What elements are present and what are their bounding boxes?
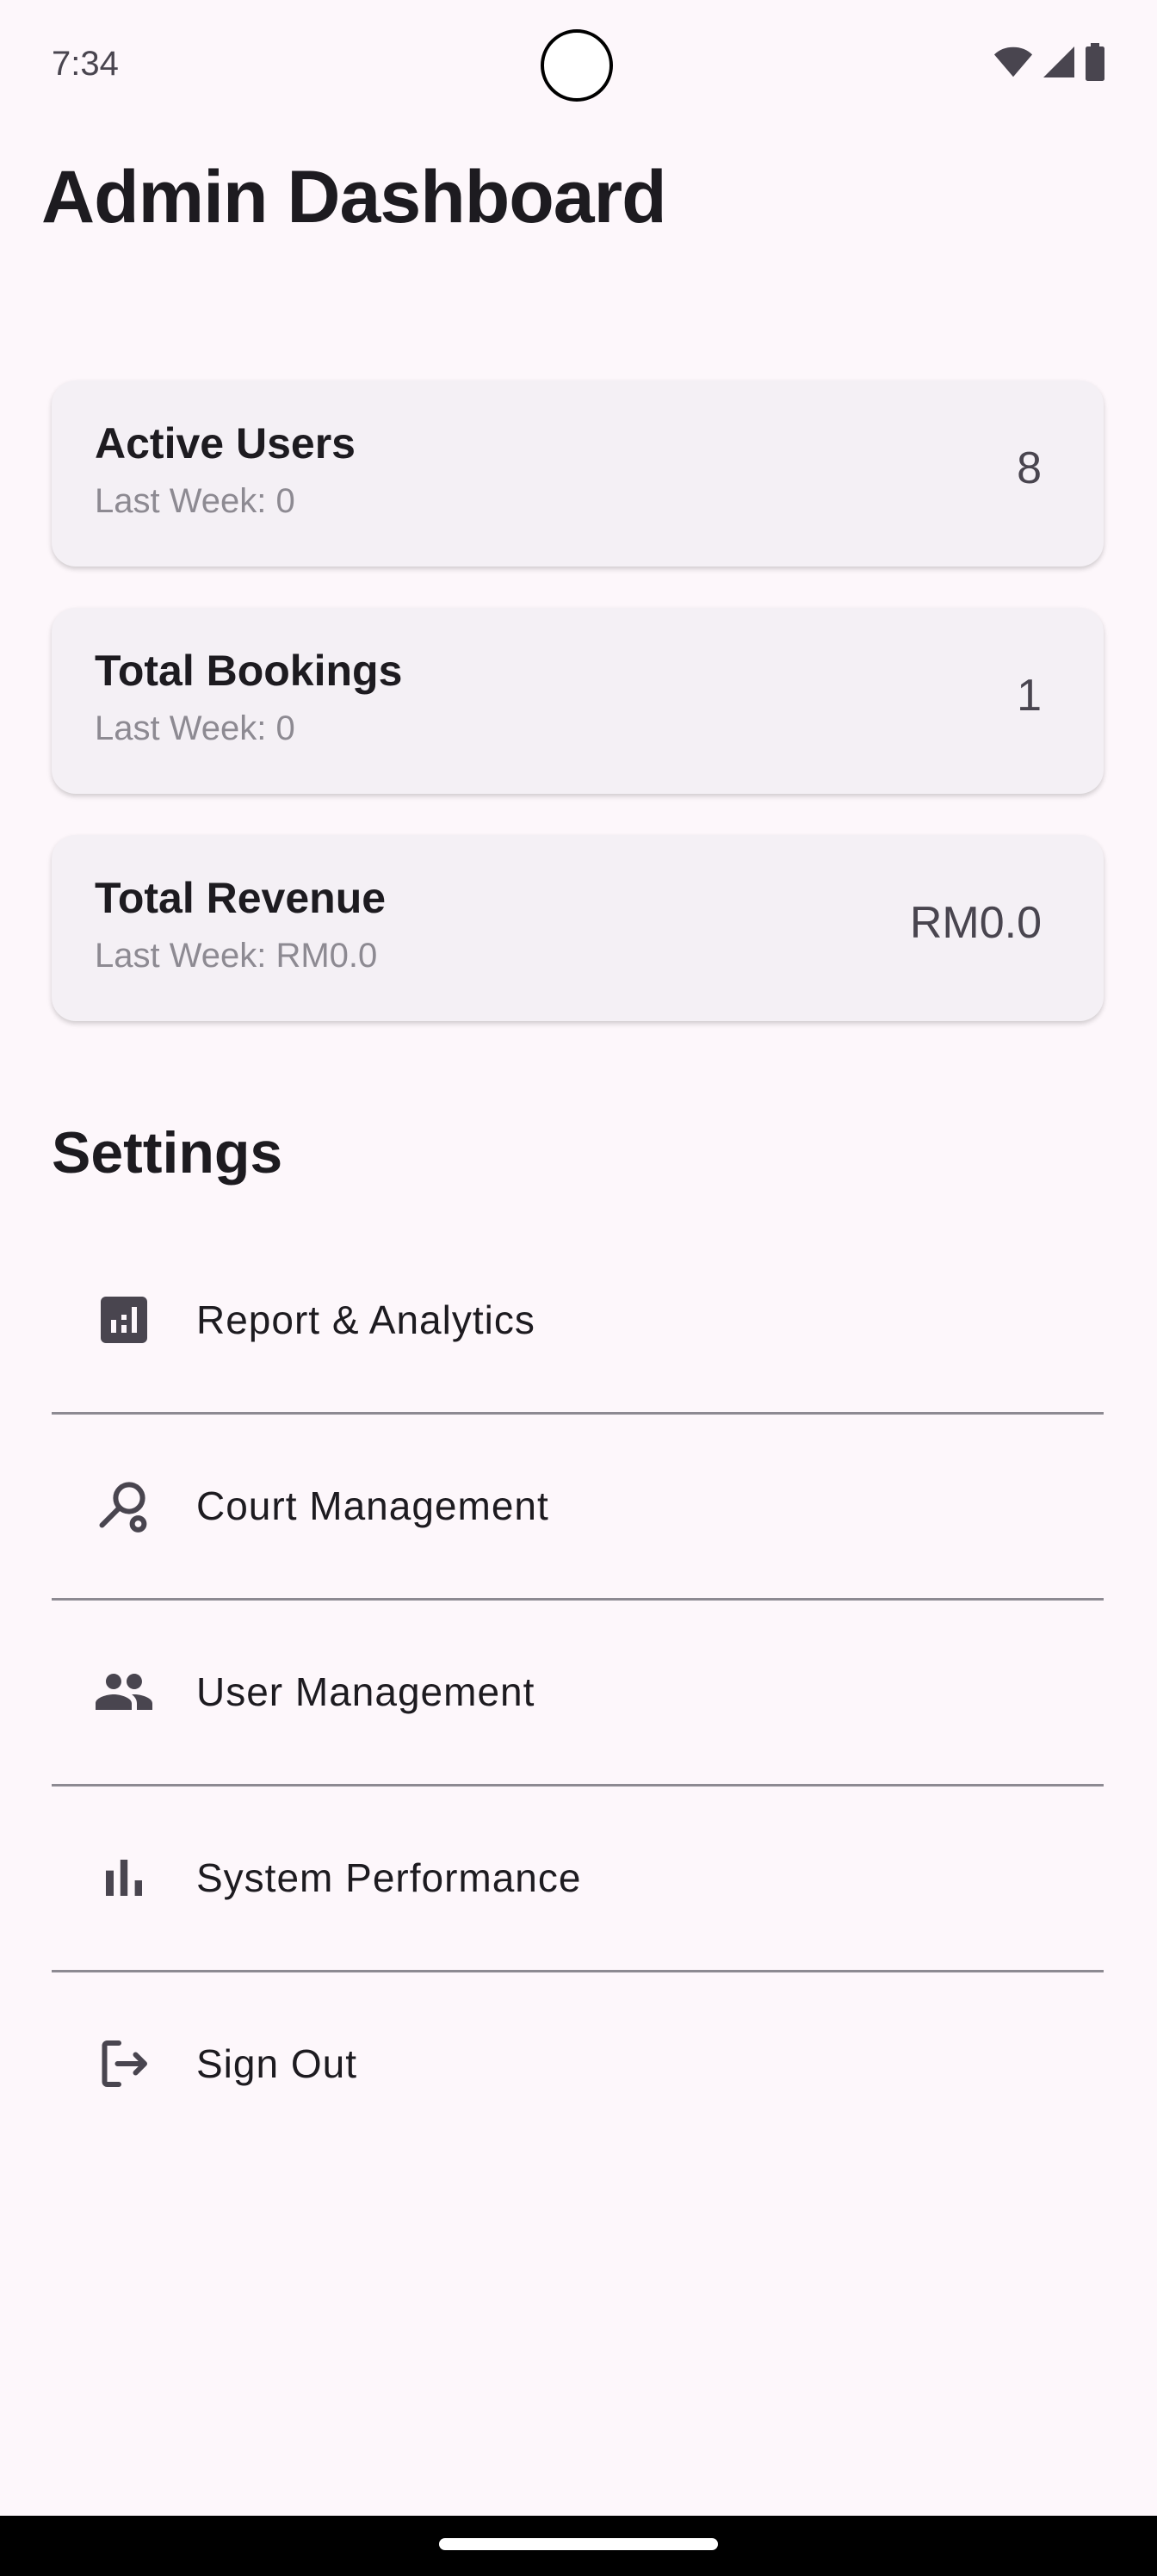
menu-label: System Performance bbox=[196, 1855, 582, 1900]
menu-item-report-analytics[interactable]: Report & Analytics bbox=[52, 1228, 1104, 1412]
stat-card-active-users: Active Users Last Week: 0 8 bbox=[52, 381, 1104, 567]
menu-label: User Management bbox=[196, 1669, 535, 1714]
stat-card-total-revenue: Total Revenue Last Week: RM0.0 RM0.0 bbox=[52, 835, 1104, 1021]
page-title: Admin Dashboard bbox=[41, 156, 667, 238]
stat-value: 1 bbox=[1017, 671, 1042, 721]
people-icon bbox=[96, 1674, 152, 1710]
wifi-icon bbox=[993, 46, 1033, 77]
stat-subtitle: Last Week: RM0.0 bbox=[95, 937, 378, 975]
camera-cutout bbox=[541, 29, 613, 102]
menu-item-user-management[interactable]: User Management bbox=[52, 1600, 1104, 1784]
settings-heading: Settings bbox=[52, 1120, 283, 1186]
home-gesture-handle[interactable] bbox=[439, 2538, 718, 2550]
analytics-icon bbox=[101, 1297, 147, 1343]
stat-title: Total Revenue bbox=[95, 874, 387, 922]
menu-label: Court Management bbox=[196, 1483, 549, 1528]
status-bar: 7:34 bbox=[0, 0, 1157, 129]
stat-title: Active Users bbox=[95, 419, 356, 468]
stat-title: Total Bookings bbox=[95, 647, 403, 695]
menu-item-sign-out[interactable]: Sign Out bbox=[52, 1972, 1104, 2156]
menu-label: Report & Analytics bbox=[196, 1297, 535, 1342]
status-icons bbox=[993, 43, 1105, 81]
menu-item-system-performance[interactable]: System Performance bbox=[52, 1786, 1104, 1970]
stat-card-total-bookings: Total Bookings Last Week: 0 1 bbox=[52, 608, 1104, 794]
cell-signal-icon bbox=[1043, 46, 1074, 77]
stat-subtitle: Last Week: 0 bbox=[95, 709, 295, 747]
stat-subtitle: Last Week: 0 bbox=[95, 482, 295, 520]
bar-chart-icon bbox=[106, 1860, 142, 1896]
menu-item-court-management[interactable]: Court Management bbox=[52, 1414, 1104, 1598]
menu-label: Sign Out bbox=[196, 2041, 357, 2086]
status-time: 7:34 bbox=[52, 45, 119, 83]
battery-icon bbox=[1086, 43, 1104, 81]
logout-icon bbox=[102, 2040, 147, 2087]
stat-value: 8 bbox=[1017, 443, 1042, 493]
stat-value: RM0.0 bbox=[909, 898, 1042, 948]
racket-icon bbox=[99, 1482, 147, 1533]
